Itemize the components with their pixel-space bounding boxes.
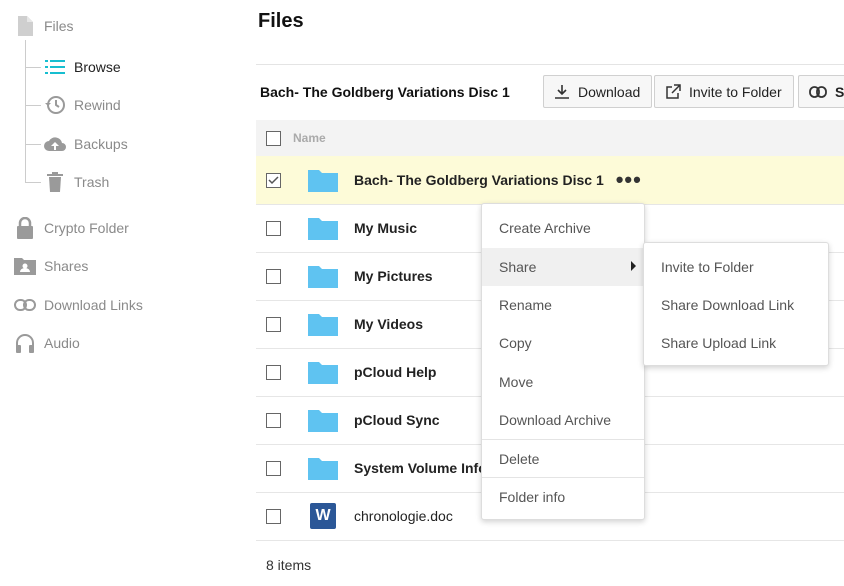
menu-item-download-archive[interactable]: Download Archive: [482, 401, 644, 439]
folder-icon: [308, 165, 338, 195]
cloud-upload-icon: [44, 133, 66, 155]
sidebar-item-files[interactable]: Files: [14, 15, 74, 37]
menu-item-rename[interactable]: Rename: [482, 286, 644, 324]
sidebar-item-label: Download Links: [44, 297, 143, 313]
headphones-icon: [14, 332, 36, 354]
sidebar-item-crypto[interactable]: Crypto Folder: [14, 217, 129, 239]
menu-item-create-archive[interactable]: Create Archive: [482, 209, 644, 247]
submenu-item-share-upload-link[interactable]: Share Upload Link: [644, 324, 828, 362]
divider: [256, 64, 844, 65]
sidebar-item-download-links[interactable]: Download Links: [14, 294, 143, 316]
menu-item-label: Share: [499, 259, 537, 275]
table-header: Name: [256, 120, 844, 156]
submenu-arrow-icon: [631, 261, 636, 271]
sidebar-item-backups[interactable]: Backups: [44, 133, 128, 155]
row-checkbox[interactable]: [266, 172, 281, 188]
word-doc-icon-letter: W: [310, 503, 336, 529]
page-title: Files: [258, 10, 304, 32]
item-count: 8 items: [266, 557, 312, 573]
invite-to-folder-button[interactable]: Invite to Folder: [654, 75, 794, 108]
row-name[interactable]: Bach- The Goldberg Variations Disc 1: [354, 172, 604, 188]
sidebar-item-label: Shares: [44, 258, 89, 274]
menu-item-copy[interactable]: Copy: [482, 324, 644, 362]
word-doc-icon: W: [308, 501, 338, 531]
select-all-checkbox[interactable]: [266, 130, 281, 146]
sidebar-item-shares[interactable]: Shares: [14, 255, 88, 277]
row-name[interactable]: pCloud Help: [354, 364, 436, 380]
menu-item-move[interactable]: Move: [482, 363, 644, 401]
row-name[interactable]: pCloud Sync: [354, 412, 440, 428]
submenu-item-invite-to-folder[interactable]: Invite to Folder: [644, 248, 828, 286]
folder-icon: [308, 261, 338, 291]
tree-branch: [25, 67, 41, 68]
row-name[interactable]: chronologie.doc: [354, 508, 453, 524]
folder-icon: [308, 357, 338, 387]
share-button-label: Sh: [835, 83, 844, 100]
tree-branch: [25, 105, 41, 106]
folder-icon: [308, 405, 338, 435]
rewind-icon: [44, 94, 66, 116]
lock-icon: [14, 217, 36, 239]
sidebar-item-browse[interactable]: Browse: [44, 56, 121, 78]
invite-button-label: Invite to Folder: [689, 83, 782, 100]
sidebar-item-rewind[interactable]: Rewind: [44, 94, 121, 116]
sidebar-item-audio[interactable]: Audio: [14, 332, 80, 354]
trash-icon: [44, 171, 66, 193]
sidebar-item-label: Crypto Folder: [44, 220, 129, 236]
tree-line: [25, 40, 26, 183]
list-icon: [44, 56, 66, 78]
sidebar-item-label: Files: [44, 18, 74, 34]
sidebar-item-label: Browse: [74, 59, 121, 75]
link-icon: [809, 85, 827, 98]
context-menu: Create Archive Share Rename Copy Move Do…: [481, 203, 645, 520]
menu-item-delete[interactable]: Delete: [482, 440, 644, 478]
folder-icon: [308, 213, 338, 243]
download-button[interactable]: Download: [543, 75, 652, 108]
folder-icon: [308, 453, 338, 483]
row-checkbox[interactable]: [266, 220, 281, 236]
row-checkbox[interactable]: [266, 268, 281, 284]
row-name[interactable]: My Pictures: [354, 268, 433, 284]
row-checkbox[interactable]: [266, 460, 281, 476]
sidebar-item-label: Trash: [74, 174, 110, 190]
external-share-icon: [665, 83, 681, 100]
current-folder-title: Bach- The Goldberg Variations Disc 1: [260, 84, 510, 100]
row-checkbox[interactable]: [266, 316, 281, 332]
download-icon: [554, 84, 570, 100]
row-checkbox[interactable]: [266, 412, 281, 428]
row-name[interactable]: System Volume Info: [354, 460, 487, 476]
row-checkbox[interactable]: [266, 508, 281, 524]
row-name[interactable]: My Music: [354, 220, 417, 236]
submenu-item-share-download-link[interactable]: Share Download Link: [644, 286, 828, 324]
shared-folder-icon: [14, 255, 36, 277]
sidebar-item-label: Rewind: [74, 97, 121, 113]
share-link-button[interactable]: Sh: [798, 75, 844, 108]
link-icon: [14, 294, 36, 316]
sidebar-item-label: Audio: [44, 335, 80, 351]
tree-branch: [25, 144, 41, 145]
table-row[interactable]: Bach- The Goldberg Variations Disc 1 •••: [256, 156, 844, 205]
sidebar-item-label: Backups: [74, 136, 128, 152]
tree-branch: [25, 182, 41, 183]
checkmark-icon: [268, 175, 279, 184]
sidebar: Files Browse Rewind Backups Trash Crypto…: [0, 0, 240, 586]
folder-icon: [308, 309, 338, 339]
row-name[interactable]: My Videos: [354, 316, 423, 332]
file-icon: [14, 15, 36, 37]
column-name[interactable]: Name: [293, 131, 326, 145]
sidebar-item-trash[interactable]: Trash: [44, 171, 109, 193]
row-checkbox[interactable]: [266, 364, 281, 380]
menu-item-folder-info[interactable]: Folder info: [482, 478, 644, 516]
share-submenu: Invite to Folder Share Download Link Sha…: [643, 242, 829, 366]
more-options-icon[interactable]: •••: [616, 169, 642, 191]
download-button-label: Download: [578, 83, 641, 100]
menu-item-share[interactable]: Share: [482, 248, 644, 286]
